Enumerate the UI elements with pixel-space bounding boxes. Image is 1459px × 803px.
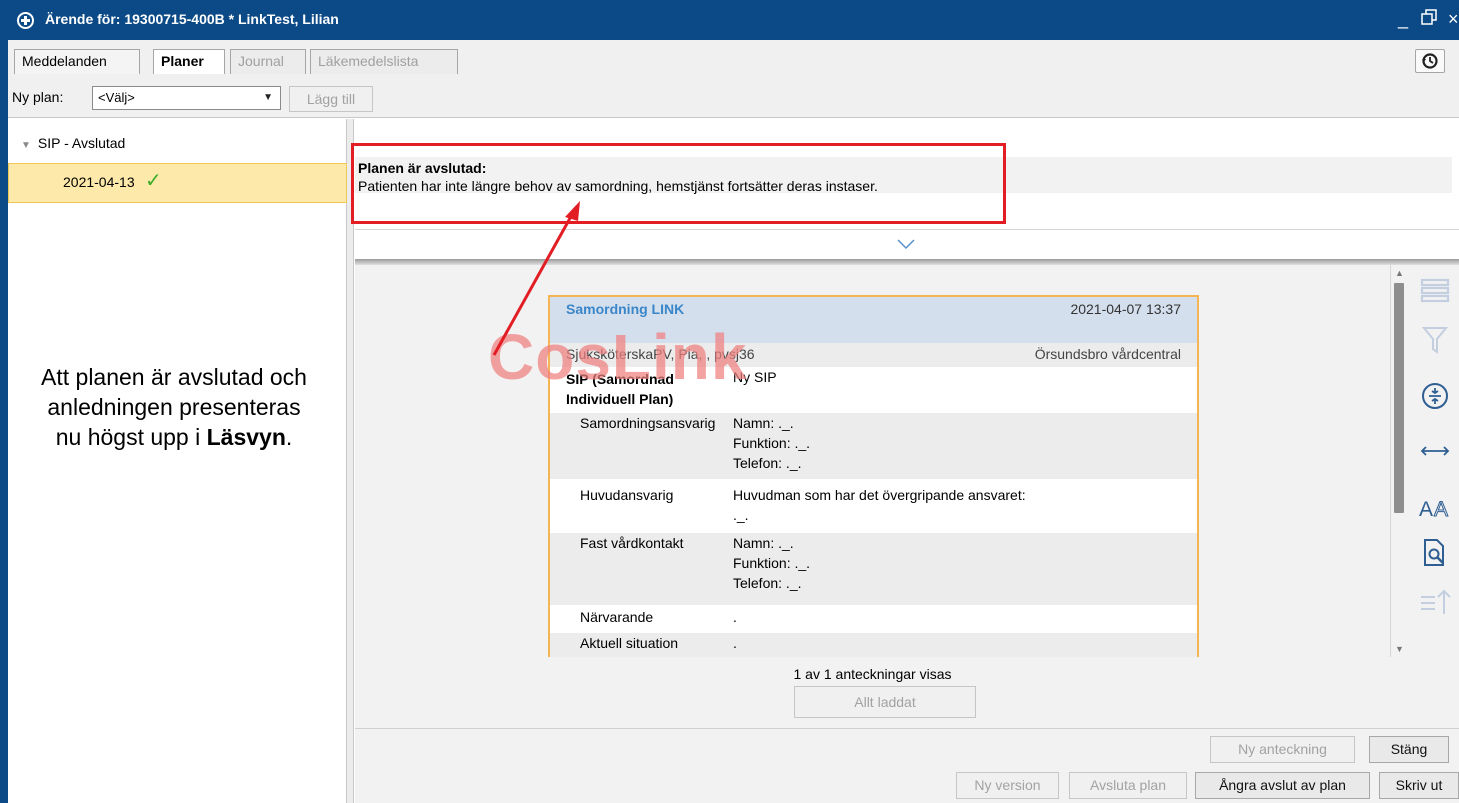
scroll-down-icon[interactable]: ▼ (1395, 644, 1404, 654)
new-note-button[interactable]: Ny anteckning (1210, 736, 1355, 763)
load-all-button[interactable]: Allt laddat (794, 686, 976, 718)
preview-document-icon[interactable] (1422, 538, 1448, 568)
history-button[interactable] (1415, 49, 1445, 73)
note-row-value: Funktion: ._. (733, 555, 811, 571)
note-organization: Örsundsbro vårdcentral (1034, 346, 1181, 362)
annotation-suffix: . (285, 424, 293, 450)
scroll-up-icon[interactable]: ▲ (1395, 268, 1404, 278)
note-row-value: Telefon: ._. (733, 575, 802, 591)
note-row-key: Närvarande (580, 609, 654, 625)
new-version-button[interactable]: Ny version (956, 772, 1059, 799)
note-row: Samordningsansvarig Namn: ._. Funktion: … (550, 413, 1197, 479)
note-row-key: Samordningsansvarig (580, 415, 716, 431)
annotation-callout: Att planen är avslutad och anledningen p… (34, 362, 314, 452)
print-button[interactable]: Skriv ut (1379, 772, 1459, 799)
tab-planer[interactable]: Planer (153, 49, 225, 75)
note-row-value: . (733, 635, 737, 651)
width-toggle-icon[interactable] (1419, 443, 1451, 459)
tab-bar: Meddelanden Planer Journal Läkemedelslis… (8, 40, 1459, 75)
notes-count-text: 1 av 1 anteckningar visas (793, 666, 952, 682)
note-row-value: Funktion: ._. (733, 435, 811, 451)
side-toolbar: A A (1407, 265, 1459, 705)
list-view-icon[interactable] (1420, 278, 1450, 304)
close-button[interactable]: Stäng (1369, 736, 1449, 763)
plan-type-select-value: <Välj> (98, 90, 135, 105)
collapse-expand-icon[interactable] (1421, 382, 1449, 410)
note-row-value: Namn: ._. (733, 535, 794, 551)
checkmark-icon: ✓ (145, 170, 162, 192)
note-row-key: Huvudansvarig (580, 487, 674, 503)
annotation-bold-text: Läsvyn (206, 424, 286, 450)
end-plan-button[interactable]: Avsluta plan (1069, 772, 1187, 799)
minimize-icon[interactable]: _ (1398, 10, 1408, 28)
collapse-triangle-icon[interactable]: ▼ (21, 140, 31, 151)
plan-toolbar: Ny plan: <Välj> ▼ Lägg till (8, 74, 1459, 118)
note-row-value: . (733, 609, 737, 625)
footer-divider (355, 728, 1459, 729)
sort-up-icon[interactable] (1419, 587, 1453, 617)
window-left-edge (0, 0, 8, 803)
svg-text:A: A (1434, 498, 1448, 519)
restore-icon[interactable] (1420, 8, 1438, 29)
tab-journal: Journal (230, 49, 306, 74)
highlight-box (351, 143, 1006, 224)
svg-text:A: A (1419, 498, 1433, 519)
tree-node-plan-version[interactable]: 2021-04-13 ✓ (8, 163, 347, 203)
read-view-scrollbar[interactable]: ▲ ▼ (1390, 265, 1407, 657)
scrollbar-thumb[interactable] (1394, 283, 1404, 513)
note-row-key: Fast vårdkontakt (580, 535, 684, 551)
app-logo-icon (17, 12, 34, 29)
tree-node-label: SIP - Avslutad (37, 135, 126, 151)
tree-node-sip[interactable]: ▼ SIP - Avslutad (21, 135, 125, 151)
chevron-down-icon: ▼ (263, 92, 273, 103)
history-icon (1422, 53, 1438, 69)
note-row-value: Namn: ._. (733, 415, 794, 431)
add-plan-button[interactable]: Lägg till (289, 86, 373, 112)
tab-lakemedelslista: Läkemedelslista (310, 49, 458, 74)
note-row-value: ._. (733, 507, 749, 523)
note-row-key: Aktuell situation (580, 635, 679, 651)
expand-chevron-icon[interactable] (896, 238, 916, 250)
filter-icon[interactable] (1422, 325, 1448, 355)
plan-tree-panel: ▼ SIP - Avslutad 2021-04-13 ✓ (8, 119, 347, 803)
note-row-value: Telefon: ._. (733, 455, 802, 471)
tab-meddelanden[interactable]: Meddelanden (14, 49, 140, 74)
title-bar: Ärende för: 19300715-400B * LinkTest, Li… (8, 0, 1459, 40)
note-row: Närvarande . (550, 607, 1197, 631)
plan-type-select[interactable]: <Välj> ▼ (92, 86, 281, 110)
undo-end-plan-button[interactable]: Ångra avslut av plan (1195, 772, 1370, 799)
note-row: Fast vårdkontakt Namn: ._. Funktion: ._.… (550, 533, 1197, 605)
font-size-icon[interactable]: A A (1419, 497, 1453, 520)
plan-version-date: 2021-04-13 (63, 174, 135, 190)
new-plan-label: Ny plan: (12, 89, 64, 105)
close-window-icon[interactable]: × (1448, 10, 1459, 28)
note-row-value: Huvudman som har det övergripande ansvar… (733, 487, 1026, 503)
annotation-arrow-icon (492, 201, 580, 356)
note-row: Huvudansvarig Huvudman som har det överg… (550, 485, 1197, 531)
window-title: Ärende för: 19300715-400B * LinkTest, Li… (45, 11, 339, 27)
note-timestamp: 2021-04-07 13:37 (1070, 301, 1181, 317)
